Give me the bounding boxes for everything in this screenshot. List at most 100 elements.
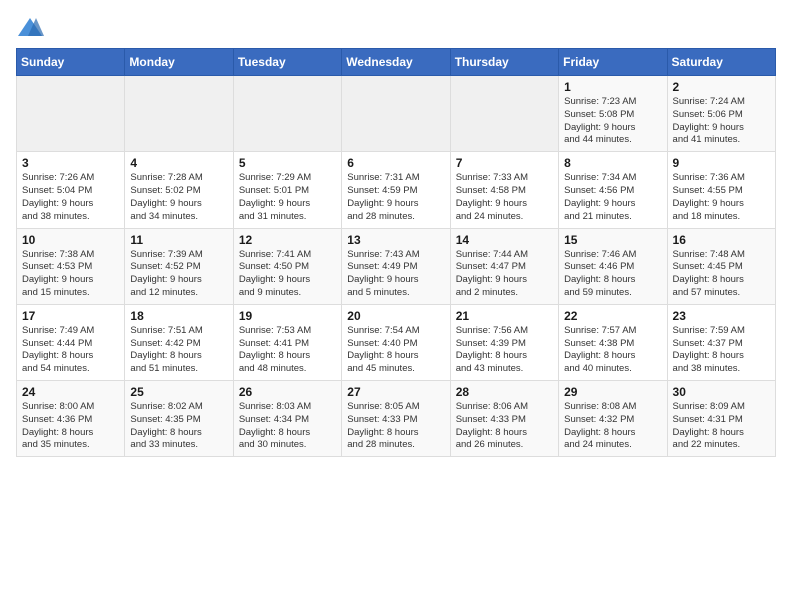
day-info: Sunrise: 7:44 AM Sunset: 4:47 PM Dayligh… — [456, 249, 553, 300]
day-number: 30 — [673, 385, 770, 399]
calendar-cell: 7Sunrise: 7:33 AM Sunset: 4:58 PM Daylig… — [450, 152, 558, 228]
calendar-cell: 30 Sunrise: 8:09 AM Sunset: 4:31 PM Dayli… — [667, 381, 775, 457]
day-info: Sunrise: 7:53 AM Sunset: 4:41 PM Dayligh… — [239, 325, 336, 376]
day-number: 14 — [456, 233, 553, 247]
day-number: 9 — [673, 156, 770, 170]
calendar-table: SundayMondayTuesdayWednesdayThursdayFrid… — [16, 48, 776, 457]
calendar-cell: 26 Sunrise: 8:03 AM Sunset: 4:34 PM Dayli… — [233, 381, 341, 457]
day-number: 10 — [22, 233, 119, 247]
calendar-cell: 23 Sunrise: 7:59 AM Sunset: 4:37 PM Dayli… — [667, 304, 775, 380]
day-number: 27 — [347, 385, 444, 399]
day-number: 13 — [347, 233, 444, 247]
day-info: Sunrise: 8:09 AM Sunset: 4:31 PM Dayligh… — [673, 401, 770, 452]
calendar-week-row: 10 Sunrise: 7:38 AM Sunset: 4:53 PM Dayli… — [17, 228, 776, 304]
calendar-week-row: 3 Sunrise: 7:26 AM Sunset: 5:04 PM Daylig… — [17, 152, 776, 228]
calendar-cell: 29Sunrise: 8:08 AM Sunset: 4:32 PM Dayli… — [559, 381, 667, 457]
calendar-cell: 5Sunrise: 7:29 AM Sunset: 5:01 PM Daylig… — [233, 152, 341, 228]
day-info: Sunrise: 7:43 AM Sunset: 4:49 PM Dayligh… — [347, 249, 444, 300]
day-info: Sunrise: 7:57 AM Sunset: 4:38 PM Dayligh… — [564, 325, 661, 376]
calendar-header-cell: Saturday — [667, 49, 775, 76]
calendar-cell — [125, 76, 233, 152]
day-number: 1 — [564, 80, 661, 94]
day-number: 4 — [130, 156, 227, 170]
logo-icon — [16, 16, 44, 40]
calendar-cell: 27 Sunrise: 8:05 AM Sunset: 4:33 PM Dayli… — [342, 381, 450, 457]
calendar-cell: 15 Sunrise: 7:46 AM Sunset: 4:46 PM Dayli… — [559, 228, 667, 304]
calendar-cell: 14 Sunrise: 7:44 AM Sunset: 4:47 PM Dayli… — [450, 228, 558, 304]
calendar-week-row: 1 Sunrise: 7:23 AM Sunset: 5:08 PM Daylig… — [17, 76, 776, 152]
calendar-cell: 6Sunrise: 7:31 AM Sunset: 4:59 PM Daylig… — [342, 152, 450, 228]
day-number: 17 — [22, 309, 119, 323]
calendar-cell: 3 Sunrise: 7:26 AM Sunset: 5:04 PM Daylig… — [17, 152, 125, 228]
day-info: Sunrise: 8:02 AM Sunset: 4:35 PM Dayligh… — [130, 401, 227, 452]
page-header — [16, 16, 776, 40]
calendar-cell: 28 Sunrise: 8:06 AM Sunset: 4:33 PM Dayli… — [450, 381, 558, 457]
day-number: 24 — [22, 385, 119, 399]
day-number: 15 — [564, 233, 661, 247]
calendar-header-cell: Friday — [559, 49, 667, 76]
day-number: 2 — [673, 80, 770, 94]
day-number: 19 — [239, 309, 336, 323]
calendar-header-cell: Wednesday — [342, 49, 450, 76]
calendar-cell: 1 Sunrise: 7:23 AM Sunset: 5:08 PM Daylig… — [559, 76, 667, 152]
day-number: 7 — [456, 156, 553, 170]
calendar-header-row: SundayMondayTuesdayWednesdayThursdayFrid… — [17, 49, 776, 76]
day-info: Sunrise: 7:51 AM Sunset: 4:42 PM Dayligh… — [130, 325, 227, 376]
calendar-header-cell: Monday — [125, 49, 233, 76]
calendar-cell: 19 Sunrise: 7:53 AM Sunset: 4:41 PM Dayli… — [233, 304, 341, 380]
day-info: Sunrise: 8:08 AM Sunset: 4:32 PM Dayligh… — [564, 401, 661, 452]
day-info: Sunrise: 7:38 AM Sunset: 4:53 PM Dayligh… — [22, 249, 119, 300]
calendar-cell: 12 Sunrise: 7:41 AM Sunset: 4:50 PM Dayli… — [233, 228, 341, 304]
calendar-cell: 13 Sunrise: 7:43 AM Sunset: 4:49 PM Dayli… — [342, 228, 450, 304]
day-number: 20 — [347, 309, 444, 323]
calendar-cell — [342, 76, 450, 152]
day-info: Sunrise: 7:36 AM Sunset: 4:55 PM Dayligh… — [673, 172, 770, 223]
day-info: Sunrise: 7:39 AM Sunset: 4:52 PM Dayligh… — [130, 249, 227, 300]
day-number: 5 — [239, 156, 336, 170]
day-number: 16 — [673, 233, 770, 247]
calendar-cell: 4 Sunrise: 7:28 AM Sunset: 5:02 PM Daylig… — [125, 152, 233, 228]
day-number: 26 — [239, 385, 336, 399]
day-info: Sunrise: 7:23 AM Sunset: 5:08 PM Dayligh… — [564, 96, 661, 147]
day-info: Sunrise: 7:41 AM Sunset: 4:50 PM Dayligh… — [239, 249, 336, 300]
day-info: Sunrise: 7:59 AM Sunset: 4:37 PM Dayligh… — [673, 325, 770, 376]
day-info: Sunrise: 8:03 AM Sunset: 4:34 PM Dayligh… — [239, 401, 336, 452]
day-info: Sunrise: 7:46 AM Sunset: 4:46 PM Dayligh… — [564, 249, 661, 300]
day-number: 8 — [564, 156, 661, 170]
day-number: 22 — [564, 309, 661, 323]
calendar-cell: 18 Sunrise: 7:51 AM Sunset: 4:42 PM Dayli… — [125, 304, 233, 380]
day-number: 21 — [456, 309, 553, 323]
day-info: Sunrise: 7:26 AM Sunset: 5:04 PM Dayligh… — [22, 172, 119, 223]
day-info: Sunrise: 8:06 AM Sunset: 4:33 PM Dayligh… — [456, 401, 553, 452]
day-number: 23 — [673, 309, 770, 323]
day-info: Sunrise: 8:05 AM Sunset: 4:33 PM Dayligh… — [347, 401, 444, 452]
day-number: 12 — [239, 233, 336, 247]
calendar-cell — [17, 76, 125, 152]
calendar-header-cell: Thursday — [450, 49, 558, 76]
calendar-cell: 22 Sunrise: 7:57 AM Sunset: 4:38 PM Dayli… — [559, 304, 667, 380]
calendar-cell: 11 Sunrise: 7:39 AM Sunset: 4:52 PM Dayli… — [125, 228, 233, 304]
day-number: 6 — [347, 156, 444, 170]
day-info: Sunrise: 7:34 AM Sunset: 4:56 PM Dayligh… — [564, 172, 661, 223]
calendar-cell: 10 Sunrise: 7:38 AM Sunset: 4:53 PM Dayli… — [17, 228, 125, 304]
day-number: 3 — [22, 156, 119, 170]
day-info: Sunrise: 7:28 AM Sunset: 5:02 PM Dayligh… — [130, 172, 227, 223]
calendar-week-row: 24 Sunrise: 8:00 AM Sunset: 4:36 PM Dayli… — [17, 381, 776, 457]
logo — [16, 16, 48, 40]
calendar-cell: 9 Sunrise: 7:36 AM Sunset: 4:55 PM Daylig… — [667, 152, 775, 228]
day-number: 11 — [130, 233, 227, 247]
day-info: Sunrise: 8:00 AM Sunset: 4:36 PM Dayligh… — [22, 401, 119, 452]
day-info: Sunrise: 7:56 AM Sunset: 4:39 PM Dayligh… — [456, 325, 553, 376]
calendar-cell: 2 Sunrise: 7:24 AM Sunset: 5:06 PM Daylig… — [667, 76, 775, 152]
day-number: 28 — [456, 385, 553, 399]
calendar-cell: 20Sunrise: 7:54 AM Sunset: 4:40 PM Dayli… — [342, 304, 450, 380]
calendar-cell — [233, 76, 341, 152]
day-number: 18 — [130, 309, 227, 323]
day-info: Sunrise: 7:24 AM Sunset: 5:06 PM Dayligh… — [673, 96, 770, 147]
calendar-cell: 25Sunrise: 8:02 AM Sunset: 4:35 PM Dayli… — [125, 381, 233, 457]
calendar-cell: 17 Sunrise: 7:49 AM Sunset: 4:44 PM Dayli… — [17, 304, 125, 380]
day-info: Sunrise: 7:48 AM Sunset: 4:45 PM Dayligh… — [673, 249, 770, 300]
calendar-header-cell: Sunday — [17, 49, 125, 76]
calendar-cell: 16 Sunrise: 7:48 AM Sunset: 4:45 PM Dayli… — [667, 228, 775, 304]
day-info: Sunrise: 7:49 AM Sunset: 4:44 PM Dayligh… — [22, 325, 119, 376]
